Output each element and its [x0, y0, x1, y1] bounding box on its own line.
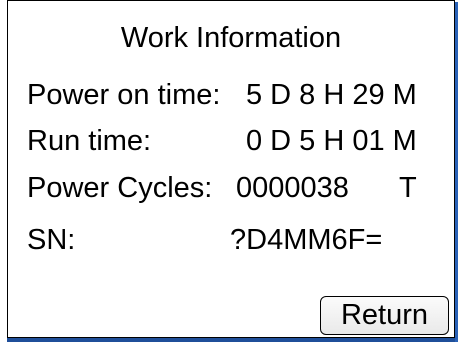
serial-number-value: ?D4MM6F= [230, 224, 383, 256]
run-time-value: 0 D 5 H 01 M [246, 125, 417, 157]
dialog-shadow-bottom [7, 338, 455, 342]
power-on-time-label: Power on time: [27, 79, 221, 111]
dialog-shadow-right [455, 2, 458, 342]
power-cycles-value: 0000038 [236, 172, 349, 204]
dialog-title: Work Information [120, 22, 342, 54]
work-information-dialog: Work Information Power on time: 5 D 8 H … [7, 0, 455, 338]
serial-number-label: SN: [27, 224, 76, 256]
power-cycles-label: Power Cycles: [27, 172, 213, 204]
return-button[interactable]: Return [320, 296, 449, 335]
power-on-time-value: 5 D 8 H 29 M [246, 79, 417, 111]
run-time-label: Run time: [27, 125, 152, 157]
power-cycles-unit: T [399, 172, 417, 204]
